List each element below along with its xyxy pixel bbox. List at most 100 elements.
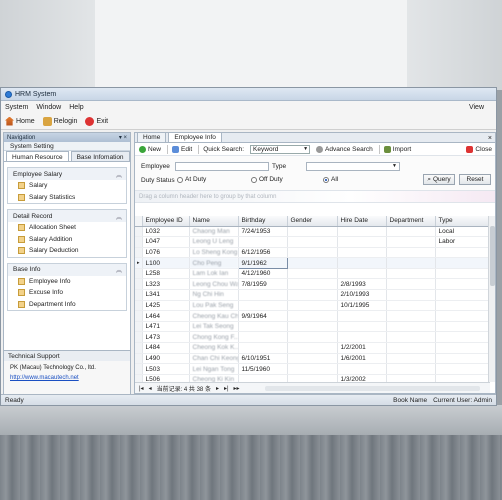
table-cell[interactable]: Lou Pak Seng (189, 300, 239, 312)
nav-item-employee-info[interactable]: Employee Info (8, 276, 126, 288)
table-cell[interactable]: L506 (142, 374, 190, 382)
table-row[interactable]: L484 Cheong Kok K... 1/2/2001 (135, 342, 490, 354)
close-button[interactable]: Close (466, 145, 492, 153)
reset-button[interactable]: Reset (459, 174, 491, 185)
table-cell[interactable]: 7/24/1953 (238, 226, 288, 238)
table-cell[interactable]: Lei Tak Seong (189, 321, 239, 333)
column-header-type[interactable]: Type (435, 216, 490, 227)
nav-item-salary-addition[interactable]: Salary Addition (8, 234, 126, 246)
table-cell[interactable]: L490 (142, 353, 190, 365)
table-cell[interactable] (287, 342, 338, 354)
table-cell[interactable]: Cheong Kok K... (189, 342, 239, 354)
table-cell[interactable] (287, 331, 338, 344)
table-cell[interactable]: L323 (142, 278, 190, 291)
group-by-area[interactable]: Drag a column header here to group by th… (135, 191, 495, 203)
table-cell[interactable] (435, 374, 490, 382)
table-cell[interactable]: L032 (142, 226, 190, 238)
last-page-icon[interactable]: ▸| (224, 385, 229, 392)
table-cell[interactable] (238, 289, 288, 301)
table-cell[interactable]: Cheong Ki Kin (189, 374, 239, 382)
group-header[interactable]: Employee Salary ︽ (8, 168, 126, 180)
table-cell[interactable] (287, 300, 338, 312)
nav-item-allocation-sheet[interactable]: Allocation Sheet (8, 222, 126, 234)
table-cell[interactable] (435, 278, 490, 291)
more-pages-icon[interactable]: ▸▸ (234, 385, 240, 392)
table-cell[interactable]: 9/1/1962 (237, 257, 288, 269)
table-cell[interactable] (337, 268, 387, 280)
table-cell[interactable]: L464 (142, 310, 190, 322)
menu-window[interactable]: Window (36, 104, 61, 111)
tab-employee-info[interactable]: Employee Info (168, 132, 222, 142)
table-cell[interactable] (287, 226, 338, 238)
menu-view[interactable]: View (469, 104, 484, 111)
table-cell[interactable] (435, 300, 490, 312)
table-cell[interactable]: 10/1/1995 (337, 300, 387, 312)
system-setting-header[interactable]: System Setting (4, 142, 130, 151)
table-cell[interactable] (435, 289, 490, 301)
group-header[interactable]: Detail Record ︽ (8, 210, 126, 222)
table-cell[interactable]: Cheong Kau Choi (189, 310, 239, 322)
table-row[interactable]: L464Cheong Kau Choi9/9/1964 (135, 310, 490, 322)
table-cell[interactable] (287, 236, 338, 248)
table-cell[interactable] (386, 236, 436, 248)
table-cell[interactable] (238, 374, 288, 382)
row-indicator[interactable] (135, 289, 143, 301)
table-cell[interactable]: L484 (142, 342, 190, 354)
table-cell[interactable] (435, 353, 490, 365)
table-cell[interactable] (287, 257, 338, 269)
table-cell[interactable]: L503 (142, 363, 190, 375)
table-cell[interactable] (287, 353, 338, 365)
table-cell[interactable]: Leong Chou Wai (189, 278, 239, 291)
row-indicator[interactable] (135, 342, 143, 354)
table-cell[interactable]: Local (435, 226, 490, 238)
close-tab-icon[interactable]: × (488, 135, 492, 142)
column-header-hire-date[interactable]: Hire Date (337, 216, 387, 227)
table-cell[interactable] (287, 278, 338, 291)
table-cell[interactable]: 1/6/2001 (337, 353, 387, 365)
table-cell[interactable]: L425 (142, 300, 190, 312)
horizontal-scrollbar[interactable] (265, 386, 480, 391)
row-indicator[interactable] (135, 247, 143, 259)
table-row[interactable]: L047 Leong U Leng Labor (135, 236, 490, 248)
nav-item-salary-statistics[interactable]: Salary Statistics (8, 192, 126, 204)
table-cell[interactable] (238, 236, 288, 248)
table-cell[interactable] (386, 278, 436, 291)
table-cell[interactable] (435, 321, 490, 333)
table-row[interactable]: L323 Leong Chou Wai 7/8/1959 2/8/1993 (135, 278, 490, 291)
table-cell[interactable] (238, 321, 288, 333)
table-cell[interactable] (287, 268, 338, 280)
keyword-select[interactable]: Keyword ▼ (250, 144, 311, 154)
table-cell[interactable] (337, 363, 387, 375)
table-cell[interactable]: 2/10/1993 (337, 289, 387, 301)
table-row[interactable]: L471 Lei Tak Seong (135, 321, 490, 333)
table-cell[interactable]: 6/10/1951 (238, 353, 288, 365)
row-indicator[interactable] (135, 374, 143, 382)
new-button[interactable]: New (139, 145, 161, 153)
row-indicator[interactable]: ▸ (135, 257, 143, 269)
vertical-scrollbar[interactable] (488, 216, 495, 382)
table-cell[interactable] (435, 331, 490, 344)
table-cell[interactable] (386, 331, 436, 344)
group-header[interactable]: Base Info ︽ (8, 263, 126, 276)
table-row[interactable]: L425 Lou Pak Seng 10/1/1995 (135, 300, 490, 312)
table-cell[interactable]: 7/8/1959 (238, 278, 288, 291)
column-header-employee-id[interactable]: Employee ID (142, 216, 190, 227)
nav-item-salary-deduction[interactable]: Salary Deduction (8, 245, 126, 257)
table-cell[interactable]: Labor (435, 236, 490, 248)
table-cell[interactable]: L100 (142, 257, 190, 269)
table-cell[interactable]: L341 (142, 289, 190, 301)
table-cell[interactable]: 1/2/2001 (337, 342, 387, 354)
tab-base-infomation[interactable]: Base Infomation (70, 151, 130, 161)
table-cell[interactable]: 4/12/1960 (238, 268, 288, 280)
table-cell[interactable]: Lo Sheng Kong (189, 247, 239, 259)
edit-button[interactable]: Edit (172, 145, 192, 153)
table-cell[interactable]: 11/5/1960 (238, 363, 288, 375)
table-cell[interactable] (435, 363, 490, 375)
collapse-chevron-icon[interactable]: ︽ (116, 265, 122, 274)
table-cell[interactable]: Cho Peng (189, 257, 239, 269)
radio-at-duty[interactable]: At Duty (177, 176, 206, 183)
table-cell[interactable] (287, 321, 338, 333)
table-cell[interactable] (386, 353, 436, 365)
table-cell[interactable] (386, 257, 436, 269)
table-cell[interactable] (337, 257, 387, 269)
